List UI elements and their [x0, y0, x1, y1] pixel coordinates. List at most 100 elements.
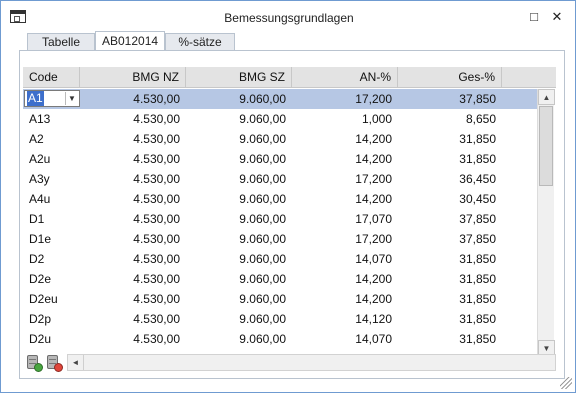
cell-bmg-nz[interactable]: 4.530,00 [80, 189, 186, 209]
cell-an-percent[interactable]: 14,120 [292, 309, 398, 329]
scroll-thumb[interactable] [539, 106, 553, 186]
cell-bmg-nz[interactable]: 4.530,00 [80, 89, 186, 109]
table-row[interactable]: D2eu 4.530,00 9.060,00 14,200 31,850 [23, 289, 538, 309]
cell-code[interactable]: D2eu [23, 289, 80, 309]
cell-bmg-sz[interactable]: 9.060,00 [186, 289, 292, 309]
cell-bmg-sz[interactable]: 9.060,00 [186, 189, 292, 209]
scroll-up-arrow-icon[interactable]: ▲ [538, 89, 555, 105]
cell-bmg-sz[interactable]: 9.060,00 [186, 129, 292, 149]
cell-ges-percent[interactable]: 31,850 [398, 289, 502, 309]
cell-bmg-nz[interactable]: 4.530,00 [80, 169, 186, 189]
cell-an-percent[interactable]: 14,200 [292, 129, 398, 149]
cell-ges-percent[interactable]: 37,850 [398, 229, 502, 249]
cell-bmg-nz[interactable]: 4.530,00 [80, 269, 186, 289]
table-row[interactable]: D2u 4.530,00 9.060,00 14,070 31,850 [23, 329, 538, 349]
table-row[interactable]: D2 4.530,00 9.060,00 14,070 31,850 [23, 249, 538, 269]
table-row[interactable]: A3y 4.530,00 9.060,00 17,200 36,450 [23, 169, 538, 189]
column-header-an-percent[interactable]: AN-% [292, 67, 398, 88]
cell-bmg-nz[interactable]: 4.530,00 [80, 309, 186, 329]
cell-an-percent[interactable]: 17,070 [292, 209, 398, 229]
table-row[interactable]: D1e 4.530,00 9.060,00 17,200 37,850 [23, 229, 538, 249]
column-header-ges-percent[interactable]: Ges-% [398, 67, 502, 88]
cell-ges-percent[interactable]: 31,850 [398, 129, 502, 149]
window: Bemessungsgrundlagen □ ✕ Tabelle AB01201… [0, 0, 576, 393]
cell-code[interactable]: D2e [23, 269, 80, 289]
cell-code[interactable]: D1e [23, 229, 80, 249]
tab-prozentsaetze[interactable]: %-sätze [165, 33, 235, 50]
horizontal-scrollbar[interactable]: ◄ [67, 354, 556, 371]
cell-ges-percent[interactable]: 31,850 [398, 309, 502, 329]
cell-ges-percent[interactable]: 31,850 [398, 149, 502, 169]
cell-bmg-nz[interactable]: 4.530,00 [80, 129, 186, 149]
vertical-scrollbar[interactable]: ▲ ▼ [537, 89, 555, 356]
resize-grip-icon[interactable] [560, 377, 572, 389]
cell-code[interactable]: A2u [23, 149, 80, 169]
close-button[interactable]: ✕ [546, 7, 568, 27]
cell-an-percent[interactable]: 14,200 [292, 149, 398, 169]
code-dropdown[interactable]: A1 ▼ [24, 90, 80, 107]
delete-record-button[interactable] [45, 354, 63, 372]
maximize-button[interactable]: □ [523, 7, 545, 27]
column-header-bmg-nz[interactable]: BMG NZ [80, 67, 186, 88]
table-row[interactable]: A13 4.530,00 9.060,00 1,000 8,650 [23, 109, 538, 129]
cell-code[interactable]: A3y [23, 169, 80, 189]
cell-bmg-nz[interactable]: 4.530,00 [80, 209, 186, 229]
grid-rows: A1 ▼ 4.530,00 9.060,00 17,200 37,850 A13… [23, 89, 538, 356]
table-row[interactable]: D2e 4.530,00 9.060,00 14,200 31,850 [23, 269, 538, 289]
cell-bmg-nz[interactable]: 4.530,00 [80, 249, 186, 269]
chevron-down-icon[interactable]: ▼ [65, 92, 78, 105]
cell-an-percent[interactable]: 14,200 [292, 189, 398, 209]
cell-code[interactable]: A4u [23, 189, 80, 209]
cell-code[interactable]: D2u [23, 329, 80, 349]
add-record-button[interactable] [25, 354, 43, 372]
cell-ges-percent[interactable]: 36,450 [398, 169, 502, 189]
cell-an-percent[interactable]: 17,200 [292, 89, 398, 109]
cell-code[interactable]: D2 [23, 249, 80, 269]
cell-code[interactable]: A13 [23, 109, 80, 129]
table-row[interactable]: A4u 4.530,00 9.060,00 14,200 30,450 [23, 189, 538, 209]
cell-bmg-nz[interactable]: 4.530,00 [80, 109, 186, 129]
table-row[interactable]: A2 4.530,00 9.060,00 14,200 31,850 [23, 129, 538, 149]
add-icon [34, 363, 43, 372]
table-row[interactable]: D2p 4.530,00 9.060,00 14,120 31,850 [23, 309, 538, 329]
cell-bmg-sz[interactable]: 9.060,00 [186, 269, 292, 289]
cell-an-percent[interactable]: 17,200 [292, 229, 398, 249]
tab-tabelle[interactable]: Tabelle [27, 33, 95, 50]
tab-ab012014[interactable]: AB012014 [95, 31, 165, 50]
cell-bmg-sz[interactable]: 9.060,00 [186, 229, 292, 249]
scroll-left-arrow-icon[interactable]: ◄ [68, 355, 84, 370]
cell-an-percent[interactable]: 14,200 [292, 289, 398, 309]
cell-bmg-sz[interactable]: 9.060,00 [186, 89, 292, 109]
cell-an-percent[interactable]: 14,200 [292, 269, 398, 289]
cell-code[interactable]: A2 [23, 129, 80, 149]
cell-bmg-sz[interactable]: 9.060,00 [186, 109, 292, 129]
cell-bmg-sz[interactable]: 9.060,00 [186, 169, 292, 189]
cell-ges-percent[interactable]: 37,850 [398, 89, 502, 109]
cell-an-percent[interactable]: 1,000 [292, 109, 398, 129]
cell-ges-percent[interactable]: 31,850 [398, 269, 502, 289]
cell-ges-percent[interactable]: 30,450 [398, 189, 502, 209]
table-row[interactable]: D1 4.530,00 9.060,00 17,070 37,850 [23, 209, 538, 229]
cell-bmg-sz[interactable]: 9.060,00 [186, 249, 292, 269]
cell-an-percent[interactable]: 14,070 [292, 249, 398, 269]
cell-bmg-sz[interactable]: 9.060,00 [186, 149, 292, 169]
table-row[interactable]: A2u 4.530,00 9.060,00 14,200 31,850 [23, 149, 538, 169]
cell-bmg-nz[interactable]: 4.530,00 [80, 229, 186, 249]
cell-ges-percent[interactable]: 37,850 [398, 209, 502, 229]
cell-an-percent[interactable]: 17,200 [292, 169, 398, 189]
cell-ges-percent[interactable]: 31,850 [398, 249, 502, 269]
cell-an-percent[interactable]: 14,070 [292, 329, 398, 349]
column-header-code[interactable]: Code [23, 67, 80, 88]
cell-bmg-sz[interactable]: 9.060,00 [186, 329, 292, 349]
table-row[interactable]: A1 ▼ 4.530,00 9.060,00 17,200 37,850 [23, 89, 538, 109]
cell-bmg-nz[interactable]: 4.530,00 [80, 289, 186, 309]
cell-bmg-sz[interactable]: 9.060,00 [186, 309, 292, 329]
cell-ges-percent[interactable]: 31,850 [398, 329, 502, 349]
cell-code[interactable]: D1 [23, 209, 80, 229]
column-header-bmg-sz[interactable]: BMG SZ [186, 67, 292, 88]
cell-bmg-nz[interactable]: 4.530,00 [80, 329, 186, 349]
cell-bmg-sz[interactable]: 9.060,00 [186, 209, 292, 229]
cell-code[interactable]: D2p [23, 309, 80, 329]
cell-ges-percent[interactable]: 8,650 [398, 109, 502, 129]
cell-bmg-nz[interactable]: 4.530,00 [80, 149, 186, 169]
